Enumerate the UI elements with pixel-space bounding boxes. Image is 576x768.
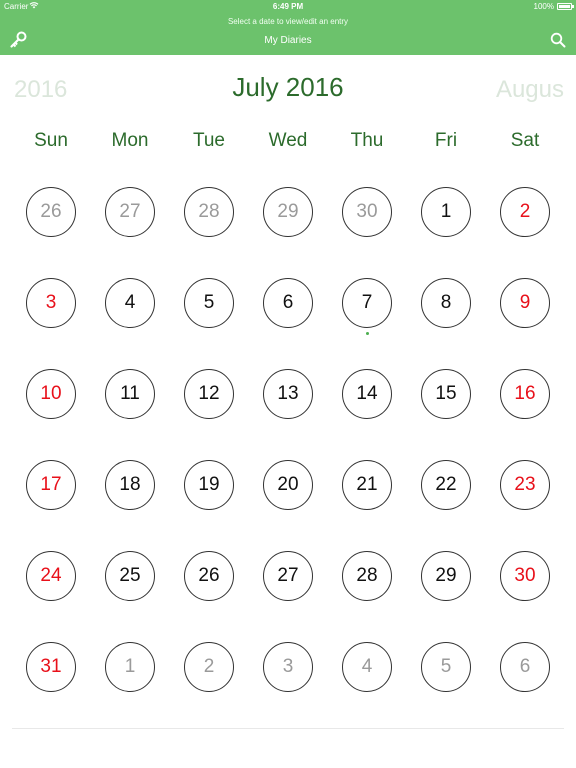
day-cell[interactable]: 9 — [500, 278, 550, 328]
weekday-label: Mon — [111, 130, 149, 151]
day-cell[interactable]: 31 — [26, 642, 76, 692]
key-icon[interactable] — [9, 31, 27, 49]
entry-indicator-dot — [365, 332, 369, 335]
day-cell[interactable]: 3 — [263, 642, 313, 692]
navigation-bar: Carrier 6:49 PM 100% Select a date to vi… — [0, 0, 576, 55]
day-cell[interactable]: 15 — [421, 369, 471, 419]
day-cell[interactable]: 6 — [500, 642, 550, 692]
day-cell[interactable]: 23 — [500, 460, 550, 510]
day-cell[interactable]: 4 — [105, 278, 155, 328]
day-cell[interactable]: 28 — [342, 551, 392, 601]
day-cell[interactable]: 1 — [421, 187, 471, 237]
day-cell[interactable]: 30 — [500, 551, 550, 601]
navigation-hint: Select a date to view/edit an entry — [227, 17, 349, 26]
day-cell[interactable]: 1 — [105, 642, 155, 692]
weekday-header-row: Sun Mon Tue Wed Thu Fri Sat — [0, 130, 576, 154]
day-cell[interactable]: 26 — [184, 551, 234, 601]
day-cell[interactable]: 24 — [26, 551, 76, 601]
day-cell[interactable]: 27 — [105, 187, 155, 237]
day-cell[interactable]: 11 — [105, 369, 155, 419]
weekday-label: Sun — [34, 130, 68, 151]
month-header: 2016 July 2016 Augus — [0, 72, 576, 108]
day-cell[interactable]: 27 — [263, 551, 313, 601]
weekday-label: Wed — [268, 130, 308, 151]
battery-percentage: 100% — [533, 2, 554, 11]
day-cell[interactable]: 7 — [342, 278, 392, 328]
day-cell[interactable]: 3 — [26, 278, 76, 328]
day-cell[interactable]: 19 — [184, 460, 234, 510]
next-month-label[interactable]: Augus — [496, 76, 564, 104]
day-cell[interactable]: 12 — [184, 369, 234, 419]
search-icon[interactable] — [550, 32, 566, 48]
battery-icon — [557, 3, 574, 10]
day-cell[interactable]: 18 — [105, 460, 155, 510]
calendar-grid: 26 27 28 29 30 1 2 3 4 5 6 7 8 9 10 11 12 13 14 15 16 17 18 19 2… — [0, 186, 576, 706]
status-bar: Carrier 6:49 PM 100% — [0, 0, 576, 13]
day-cell[interactable]: 2 — [500, 187, 550, 237]
current-month-label: July 2016 — [232, 72, 344, 102]
day-cell[interactable]: 13 — [263, 369, 313, 419]
day-cell[interactable]: 16 — [500, 369, 550, 419]
clock: 6:49 PM — [272, 2, 304, 11]
day-cell[interactable]: 28 — [184, 187, 234, 237]
day-cell[interactable]: 30 — [342, 187, 392, 237]
day-cell[interactable]: 20 — [263, 460, 313, 510]
day-cell[interactable]: 5 — [184, 278, 234, 328]
day-cell[interactable]: 17 — [26, 460, 76, 510]
day-cell[interactable]: 26 — [26, 187, 76, 237]
weekday-label: Sat — [510, 130, 540, 151]
divider — [12, 728, 564, 729]
day-cell[interactable]: 29 — [263, 187, 313, 237]
weekday-label: Tue — [192, 130, 226, 151]
day-cell[interactable]: 8 — [421, 278, 471, 328]
page-title: My Diaries — [264, 35, 312, 46]
day-cell[interactable]: 29 — [421, 551, 471, 601]
day-cell[interactable]: 22 — [421, 460, 471, 510]
day-cell[interactable]: 2 — [184, 642, 234, 692]
day-cell[interactable]: 4 — [342, 642, 392, 692]
day-cell[interactable]: 25 — [105, 551, 155, 601]
day-cell[interactable]: 21 — [342, 460, 392, 510]
weekday-label: Thu — [350, 130, 384, 151]
day-cell[interactable]: 10 — [26, 369, 76, 419]
day-cell[interactable]: 6 — [263, 278, 313, 328]
day-cell[interactable]: 14 — [342, 369, 392, 419]
weekday-label: Fri — [434, 130, 458, 151]
day-cell[interactable]: 5 — [421, 642, 471, 692]
